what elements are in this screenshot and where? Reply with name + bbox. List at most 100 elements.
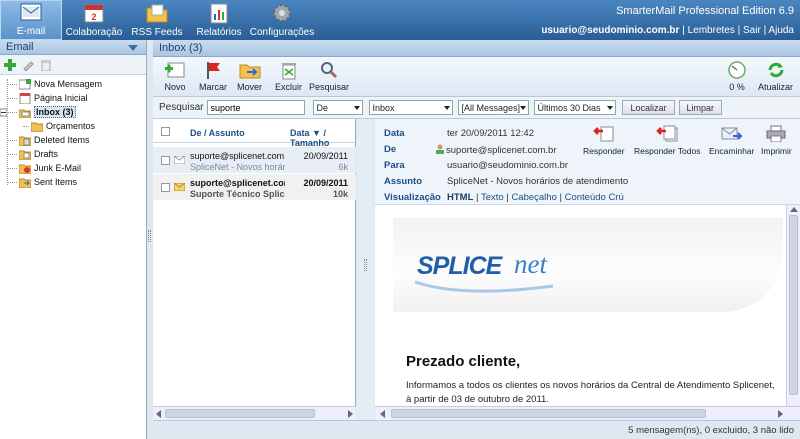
scroll-thumb[interactable] (165, 409, 315, 418)
mark-button[interactable]: Marcar (199, 60, 227, 92)
message-date: 20/09/2011 (303, 151, 348, 161)
folder-select[interactable]: Inbox (369, 100, 454, 115)
message-list: De / Assunto Data ▼ / Tamanho suporte@sp… (153, 119, 356, 420)
nav-email[interactable]: E-mail (0, 0, 62, 40)
scroll-right-icon[interactable] (348, 410, 353, 418)
nav-label: E-mail (16, 26, 46, 37)
unread-envelope-icon (174, 183, 185, 191)
new-button[interactable]: Novo (164, 60, 186, 92)
body-horizontal-scrollbar[interactable] (375, 406, 800, 420)
search-button[interactable]: Pesquisar (309, 60, 349, 92)
period-select[interactable]: Últimos 30 Dias (534, 100, 617, 115)
body-vertical-scrollbar[interactable] (786, 205, 800, 406)
quota-gauge-icon (726, 60, 748, 80)
quota-value: 0 % (729, 82, 745, 92)
search-field-select[interactable]: De (313, 100, 364, 115)
refresh-icon (765, 60, 787, 80)
scroll-up-icon[interactable] (790, 207, 798, 212)
folder-tree: Nova Mensagem Página Inicial Inbox (3) O… (0, 75, 146, 189)
reply-all-button[interactable]: Responder Todos (634, 125, 700, 156)
greeting: Prezado cliente, (406, 353, 521, 370)
reply-button[interactable]: Responder (583, 125, 625, 156)
list-splitter[interactable] (357, 119, 374, 420)
message-row[interactable]: suporte@splicenet.com.br SpliceNet - Nov… (153, 147, 356, 173)
delete-folder-icon[interactable] (40, 59, 52, 71)
left-splitter[interactable] (147, 40, 152, 439)
link-ajuda[interactable]: Ajuda (768, 25, 794, 36)
add-folder-icon[interactable] (4, 58, 16, 71)
tree-item-inbox[interactable]: Inbox (3) (0, 105, 146, 119)
message-from: suporte@splicenet.com.br (190, 151, 285, 161)
status-bar: 5 mensagem(ns), 0 excluido, 3 não lido (153, 420, 800, 439)
body-paragraph: Informamos a todos os clientes os novos … (406, 380, 775, 391)
tree-item-drafts[interactable]: Drafts (0, 147, 146, 161)
button-label: Pesquisar (309, 82, 350, 92)
tree-item-pagina-inicial[interactable]: Página Inicial (0, 91, 146, 105)
nav-colaboracao[interactable]: 2 Colaboração (62, 0, 126, 40)
edition-title: SmarterMail Professional Edition 6.9 (616, 5, 794, 17)
column-date-label: Data (290, 128, 310, 138)
tree-connector (7, 167, 17, 169)
search-bar: Pesquisar De Inbox [All Messages] Último… (153, 97, 800, 119)
tree-item-nova-mensagem[interactable]: Nova Mensagem (0, 77, 146, 91)
expand-minus-icon[interactable] (0, 108, 7, 117)
message-subject-value: SpliceNet - Novos horários de atendiment… (447, 176, 629, 187)
button-label: Imprimir (761, 146, 792, 156)
scroll-left-icon[interactable] (156, 410, 161, 418)
scroll-thumb[interactable] (789, 215, 798, 395)
move-button[interactable]: Mover (237, 60, 262, 92)
column-from-subject[interactable]: De / Assunto (190, 128, 245, 138)
row-checkbox[interactable] (161, 183, 170, 192)
scroll-right-icon[interactable] (778, 410, 783, 418)
scroll-left-icon[interactable] (380, 410, 385, 418)
print-button[interactable]: Imprimir (761, 125, 792, 156)
list-horizontal-scrollbar[interactable] (153, 406, 356, 420)
select-all-checkbox[interactable] (161, 127, 170, 136)
tree-item-junk-email[interactable]: Junk E-Mail (0, 161, 146, 175)
tree-item-orcamentos[interactable]: Orçamentos (0, 119, 146, 133)
view-html-link[interactable]: HTML (447, 192, 473, 203)
row-checkbox[interactable] (161, 156, 170, 165)
deleted-items-icon (19, 136, 31, 146)
refresh-button[interactable]: Atualizar (758, 60, 793, 92)
column-date[interactable]: Data ▼ / Tamanho (290, 128, 355, 148)
sort-desc-icon: ▼ (312, 128, 321, 138)
view-raw-link[interactable]: Conteúdo Crú (565, 192, 624, 203)
header-label-view: Visualização (384, 192, 441, 203)
select-value: Inbox (372, 102, 395, 113)
nav-rss-feeds[interactable]: RSS Feeds (126, 0, 188, 40)
tree-connector (7, 181, 17, 183)
gear-icon (270, 2, 294, 24)
button-label: Mover (237, 82, 263, 92)
svg-text:net: net (514, 249, 548, 279)
message-row[interactable]: suporte@splicenet.com.br Suporte Técnico… (153, 174, 356, 200)
inbox-title: Inbox (3) (159, 42, 203, 54)
search-input[interactable] (207, 100, 306, 115)
scroll-thumb[interactable] (391, 409, 706, 418)
link-sair[interactable]: Sair (743, 25, 761, 36)
forward-button[interactable]: Encaminhar (709, 125, 754, 156)
chevron-down-icon (354, 105, 361, 110)
link-lembretes[interactable]: Lembretes (688, 25, 735, 36)
view-text-link[interactable]: Texto (481, 192, 504, 203)
quota-indicator: 0 % (726, 60, 748, 92)
nav-relatorios[interactable]: Relatórios (188, 0, 250, 40)
clear-button[interactable]: Limpar (678, 100, 723, 115)
message-subject: SpliceNet - Novos horários de atendiment… (190, 162, 285, 172)
view-header-link[interactable]: Cabeçalho (511, 192, 556, 203)
tree-item-label: Orçamentos (46, 121, 96, 131)
folder-icon (145, 2, 169, 24)
tree-item-deleted-items[interactable]: Deleted Items (0, 133, 146, 147)
nav-configuracoes[interactable]: Configurações (250, 0, 314, 40)
find-button[interactable]: Localizar (622, 100, 675, 115)
message-from-value[interactable]: suporte@splicenet.com.br (435, 144, 557, 156)
button-label: Atualizar (758, 82, 794, 92)
delete-button[interactable]: Excluir (275, 60, 302, 92)
tree-item-sent-items[interactable]: Sent Items (0, 175, 146, 189)
printer-icon (765, 125, 787, 143)
read-envelope-icon (174, 156, 185, 164)
collapse-triangle-icon[interactable] (128, 45, 138, 51)
message-type-select[interactable]: [All Messages] (458, 100, 530, 115)
edit-folder-icon[interactable] (22, 59, 34, 71)
tree-connector (23, 125, 29, 127)
